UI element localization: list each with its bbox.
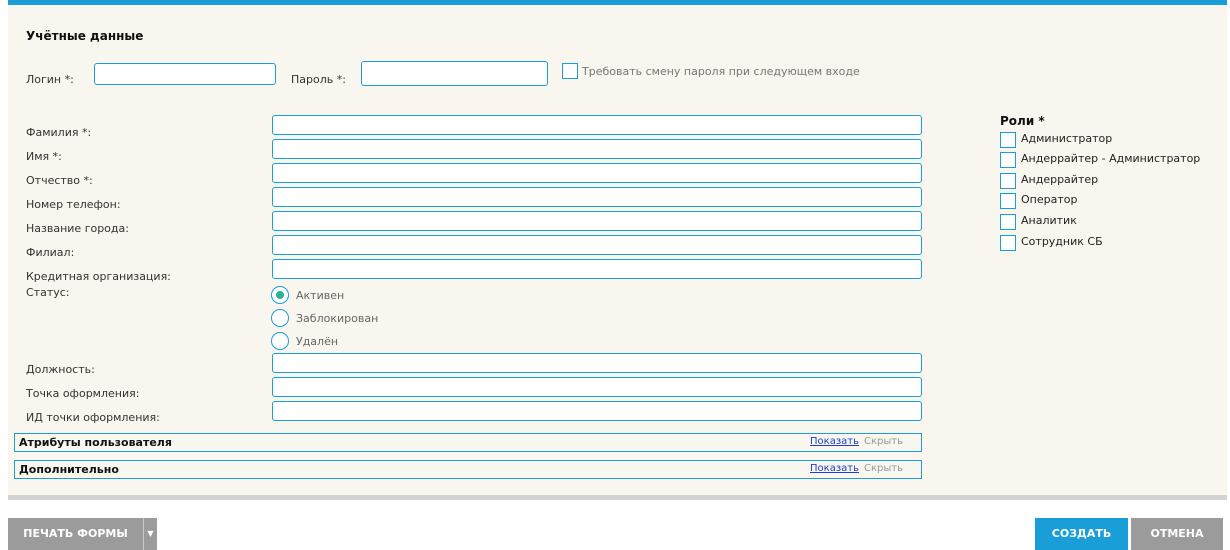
require-password-change-label: Требовать смену пароля при следующем вхо… — [582, 65, 860, 78]
login-input[interactable] — [94, 63, 276, 85]
role-underwriter-admin-label: Андеррайтер - Администратор — [1021, 152, 1201, 165]
credit-org-input[interactable] — [272, 259, 922, 279]
field-label-branch: Филиал: — [26, 246, 75, 259]
role-security-checkbox[interactable] — [1000, 235, 1016, 251]
user-attributes-title: Атрибуты пользователя — [19, 436, 172, 449]
status-active-label: Активен — [296, 289, 345, 302]
require-password-change-checkbox[interactable] — [562, 63, 578, 79]
city-input[interactable] — [272, 211, 922, 231]
print-form-button[interactable]: ПЕЧАТЬ ФОРМЫ — [8, 518, 143, 550]
field-label-city: Название города: — [26, 222, 129, 235]
additional-title: Дополнительно — [19, 463, 119, 476]
field-label-point-id: ИД точки оформления: — [26, 411, 160, 424]
role-analyst-label: Аналитик — [1021, 214, 1077, 227]
status-active-radio[interactable] — [271, 286, 289, 304]
role-underwriter-admin-checkbox[interactable] — [1000, 152, 1016, 168]
status-blocked-radio[interactable] — [271, 309, 289, 327]
create-button[interactable]: СОЗДАТЬ — [1035, 518, 1128, 550]
login-label: Логин *: — [26, 73, 74, 86]
footer-separator — [8, 495, 1227, 500]
role-security-label: Сотрудник СБ — [1021, 235, 1103, 248]
field-label-credit-org: Кредитная организация: — [26, 270, 171, 283]
roles-title: Роли * — [1000, 114, 1045, 128]
field-label-last-name: Фамилия *: — [26, 126, 92, 139]
print-options-dropdown[interactable]: ▼ — [143, 518, 157, 550]
status-label: Статус: — [26, 286, 70, 299]
cancel-button[interactable]: ОТМЕНА — [1131, 518, 1223, 550]
password-label: Пароль *: — [291, 73, 346, 86]
role-underwriter-label: Андеррайтер — [1021, 173, 1099, 186]
role-operator-label: Оператор — [1021, 193, 1078, 206]
role-admin-label: Администратор — [1021, 132, 1113, 145]
field-label-first-name: Имя *: — [26, 150, 62, 163]
user-attributes-show-link[interactable]: Показать — [810, 436, 859, 447]
user-attributes-section: Атрибуты пользователя Показать Скрыть — [14, 433, 922, 452]
status-deleted-label: Удалён — [296, 335, 339, 348]
field-label-point: Точка оформления: — [26, 387, 140, 400]
position-input[interactable] — [272, 353, 922, 373]
credentials-title: Учётные данные — [26, 29, 144, 43]
role-operator-checkbox[interactable] — [1000, 193, 1016, 209]
additional-section: Дополнительно Показать Скрыть — [14, 460, 922, 479]
point-id-input[interactable] — [272, 401, 922, 421]
additional-show-link[interactable]: Показать — [810, 463, 859, 474]
status-blocked-label: Заблокирован — [296, 312, 379, 325]
password-input[interactable] — [361, 61, 548, 86]
role-admin-checkbox[interactable] — [1000, 132, 1016, 148]
branch-input[interactable] — [272, 235, 922, 255]
status-deleted-radio[interactable] — [271, 332, 289, 350]
phone-input[interactable] — [272, 187, 922, 207]
patronymic-input[interactable] — [272, 163, 922, 183]
point-input[interactable] — [272, 377, 922, 397]
field-label-phone: Номер телефон: — [26, 198, 121, 211]
field-label-patronymic: Отчество *: — [26, 174, 93, 187]
user-form-panel: Учётные данные Логин *: Пароль *: Требов… — [8, 0, 1227, 495]
role-underwriter-checkbox[interactable] — [1000, 173, 1016, 189]
first-name-input[interactable] — [272, 139, 922, 159]
last-name-input[interactable] — [272, 115, 922, 135]
field-label-position: Должность: — [26, 363, 95, 376]
additional-hide-link[interactable]: Скрыть — [864, 463, 903, 474]
role-analyst-checkbox[interactable] — [1000, 214, 1016, 230]
chevron-down-icon: ▼ — [147, 529, 154, 538]
user-attributes-hide-link[interactable]: Скрыть — [864, 436, 903, 447]
